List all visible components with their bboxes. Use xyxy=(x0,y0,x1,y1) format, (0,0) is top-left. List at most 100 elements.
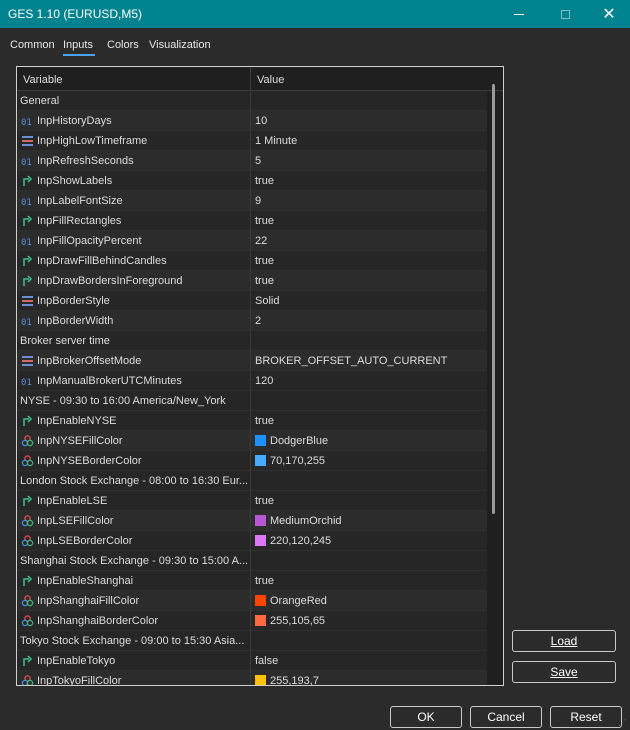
value-text: true xyxy=(255,255,274,267)
active-tab-indicator xyxy=(63,54,95,56)
table-row[interactable]: InpFillRectangles true xyxy=(17,211,487,231)
minimize-button[interactable] xyxy=(496,0,542,28)
header-variable[interactable]: Variable xyxy=(23,74,63,86)
column-divider xyxy=(250,591,251,611)
color-swatch[interactable] xyxy=(255,455,266,466)
resize-grip-icon[interactable]: ⋰ xyxy=(618,718,628,728)
cancel-button-label: Cancel xyxy=(487,710,525,724)
save-button[interactable]: Save xyxy=(512,661,616,683)
cancel-button[interactable]: Cancel xyxy=(470,706,542,728)
tab-colors[interactable]: Colors xyxy=(107,39,139,51)
variable-value[interactable]: true xyxy=(255,415,274,427)
value-text: 220,120,245 xyxy=(270,535,332,547)
variable-value[interactable]: 255,193,7 xyxy=(255,675,319,685)
table-row[interactable]: InpTokyoFillColor 255,193,7 xyxy=(17,671,487,685)
ok-button[interactable]: OK xyxy=(390,706,462,728)
value-text: DodgerBlue xyxy=(270,435,329,447)
group-row[interactable]: Tokyo Stock Exchange - 09:00 to 15:30 As… xyxy=(17,631,487,651)
table-row[interactable]: 01 InpFillOpacityPercent 22 xyxy=(17,231,487,251)
value-text: 120 xyxy=(255,375,274,387)
table-row[interactable]: 01 InpBorderWidth 2 xyxy=(17,311,487,331)
table-row[interactable]: InpEnableShanghai true xyxy=(17,571,487,591)
variable-value[interactable]: Solid xyxy=(255,295,279,307)
variable-value[interactable]: true xyxy=(255,255,274,267)
color-swatch[interactable] xyxy=(255,515,266,526)
table-row[interactable]: InpBorderStyle Solid xyxy=(17,291,487,311)
table-row[interactable]: InpEnableTokyo false xyxy=(17,651,487,671)
tab-common[interactable]: Common xyxy=(10,39,55,51)
table-row[interactable]: InpEnableNYSE true xyxy=(17,411,487,431)
color-swatch[interactable] xyxy=(255,535,266,546)
variable-value[interactable]: BROKER_OFFSET_AUTO_CURRENT xyxy=(255,355,447,367)
variable-value[interactable]: true xyxy=(255,275,274,287)
color-swatch[interactable] xyxy=(255,595,266,606)
column-divider xyxy=(250,391,251,411)
variable-value[interactable]: 22 xyxy=(255,235,267,247)
table-row[interactable]: InpHighLowTimeframe 1 Minute xyxy=(17,131,487,151)
group-row[interactable]: General xyxy=(17,91,487,111)
table-row[interactable]: InpDrawFillBehindCandles true xyxy=(17,251,487,271)
variable-value[interactable]: 10 xyxy=(255,115,267,127)
value-text: BROKER_OFFSET_AUTO_CURRENT xyxy=(255,355,448,367)
variable-value[interactable]: 255,105,65 xyxy=(255,615,325,627)
table-row[interactable]: InpDrawBordersInForeground true xyxy=(17,271,487,291)
tab-inputs[interactable]: Inputs xyxy=(63,39,93,51)
inputs-table[interactable]: Variable Value General 01 InpHistoryDays 10… xyxy=(16,66,504,686)
group-row[interactable]: Shanghai Stock Exchange - 09:30 to 15:00… xyxy=(17,551,487,571)
variable-name: InpManualBrokerUTCMinutes xyxy=(37,375,182,387)
int-icon: 01 xyxy=(21,315,34,327)
table-row[interactable]: 01 InpManualBrokerUTCMinutes 120 xyxy=(17,371,487,391)
variable-value[interactable]: true xyxy=(255,495,274,507)
close-button[interactable]: ✕ xyxy=(586,0,630,28)
color-swatch[interactable] xyxy=(255,435,266,446)
save-button-label: Save xyxy=(550,665,578,679)
group-row[interactable]: Broker server time xyxy=(17,331,487,351)
table-row[interactable]: 01 InpHistoryDays 10 xyxy=(17,111,487,131)
variable-value[interactable]: 120 xyxy=(255,375,273,387)
variable-value[interactable]: 5 xyxy=(255,155,261,167)
tab-bar: Common Inputs Colors Visualization xyxy=(0,36,630,58)
variable-value[interactable]: 2 xyxy=(255,315,261,327)
group-row[interactable]: London Stock Exchange - 08:00 to 16:30 E… xyxy=(17,471,487,491)
tab-visualization[interactable]: Visualization xyxy=(149,39,211,51)
table-row[interactable]: InpEnableLSE true xyxy=(17,491,487,511)
color-swatch[interactable] xyxy=(255,615,266,626)
header-value[interactable]: Value xyxy=(257,74,284,86)
table-row[interactable]: InpNYSEFillColor DodgerBlue xyxy=(17,431,487,451)
value-text: 22 xyxy=(255,235,268,247)
table-row[interactable]: InpShanghaiBorderColor 255,105,65 xyxy=(17,611,487,631)
variable-value[interactable]: 9 xyxy=(255,195,261,207)
table-row[interactable]: 01 InpLabelFontSize 9 xyxy=(17,191,487,211)
table-row[interactable]: 01 InpRefreshSeconds 5 xyxy=(17,151,487,171)
load-button-label: Load xyxy=(550,634,578,648)
table-row[interactable]: InpBrokerOffsetMode BROKER_OFFSET_AUTO_CU… xyxy=(17,351,487,371)
variable-name: InpBorderWidth xyxy=(37,315,114,327)
variable-value[interactable]: MediumOrchid xyxy=(255,515,342,527)
table-row[interactable]: InpShowLabels true xyxy=(17,171,487,191)
variable-value[interactable]: true xyxy=(255,215,274,227)
bool-icon xyxy=(21,175,34,187)
column-divider xyxy=(250,131,251,151)
bool-icon xyxy=(21,215,34,227)
variable-value[interactable]: 70,170,255 xyxy=(255,455,325,467)
variable-value[interactable]: true xyxy=(255,175,274,187)
table-row[interactable]: InpLSEBorderColor 220,120,245 xyxy=(17,531,487,551)
variable-value[interactable]: DodgerBlue xyxy=(255,435,328,447)
vertical-scrollbar[interactable] xyxy=(492,84,495,514)
table-row[interactable]: InpLSEFillColor MediumOrchid xyxy=(17,511,487,531)
variable-value[interactable]: 220,120,245 xyxy=(255,535,331,547)
table-row[interactable]: InpNYSEBorderColor 70,170,255 xyxy=(17,451,487,471)
load-button[interactable]: Load xyxy=(512,630,616,652)
maximize-button[interactable] xyxy=(542,0,588,28)
variable-name: InpDrawFillBehindCandles xyxy=(37,255,167,267)
variable-value[interactable]: OrangeRed xyxy=(255,595,327,607)
variable-value[interactable]: true xyxy=(255,575,274,587)
reset-button[interactable]: Reset xyxy=(550,706,622,728)
table-row[interactable]: InpShanghaiFillColor OrangeRed xyxy=(17,591,487,611)
color-swatch[interactable] xyxy=(255,675,266,685)
group-row[interactable]: NYSE - 09:30 to 16:00 America/New_York xyxy=(17,391,487,411)
variable-value[interactable]: 1 Minute xyxy=(255,135,297,147)
variable-name: InpEnableTokyo xyxy=(37,655,116,667)
variable-name: InpEnableLSE xyxy=(37,495,108,507)
variable-value[interactable]: false xyxy=(255,655,278,667)
